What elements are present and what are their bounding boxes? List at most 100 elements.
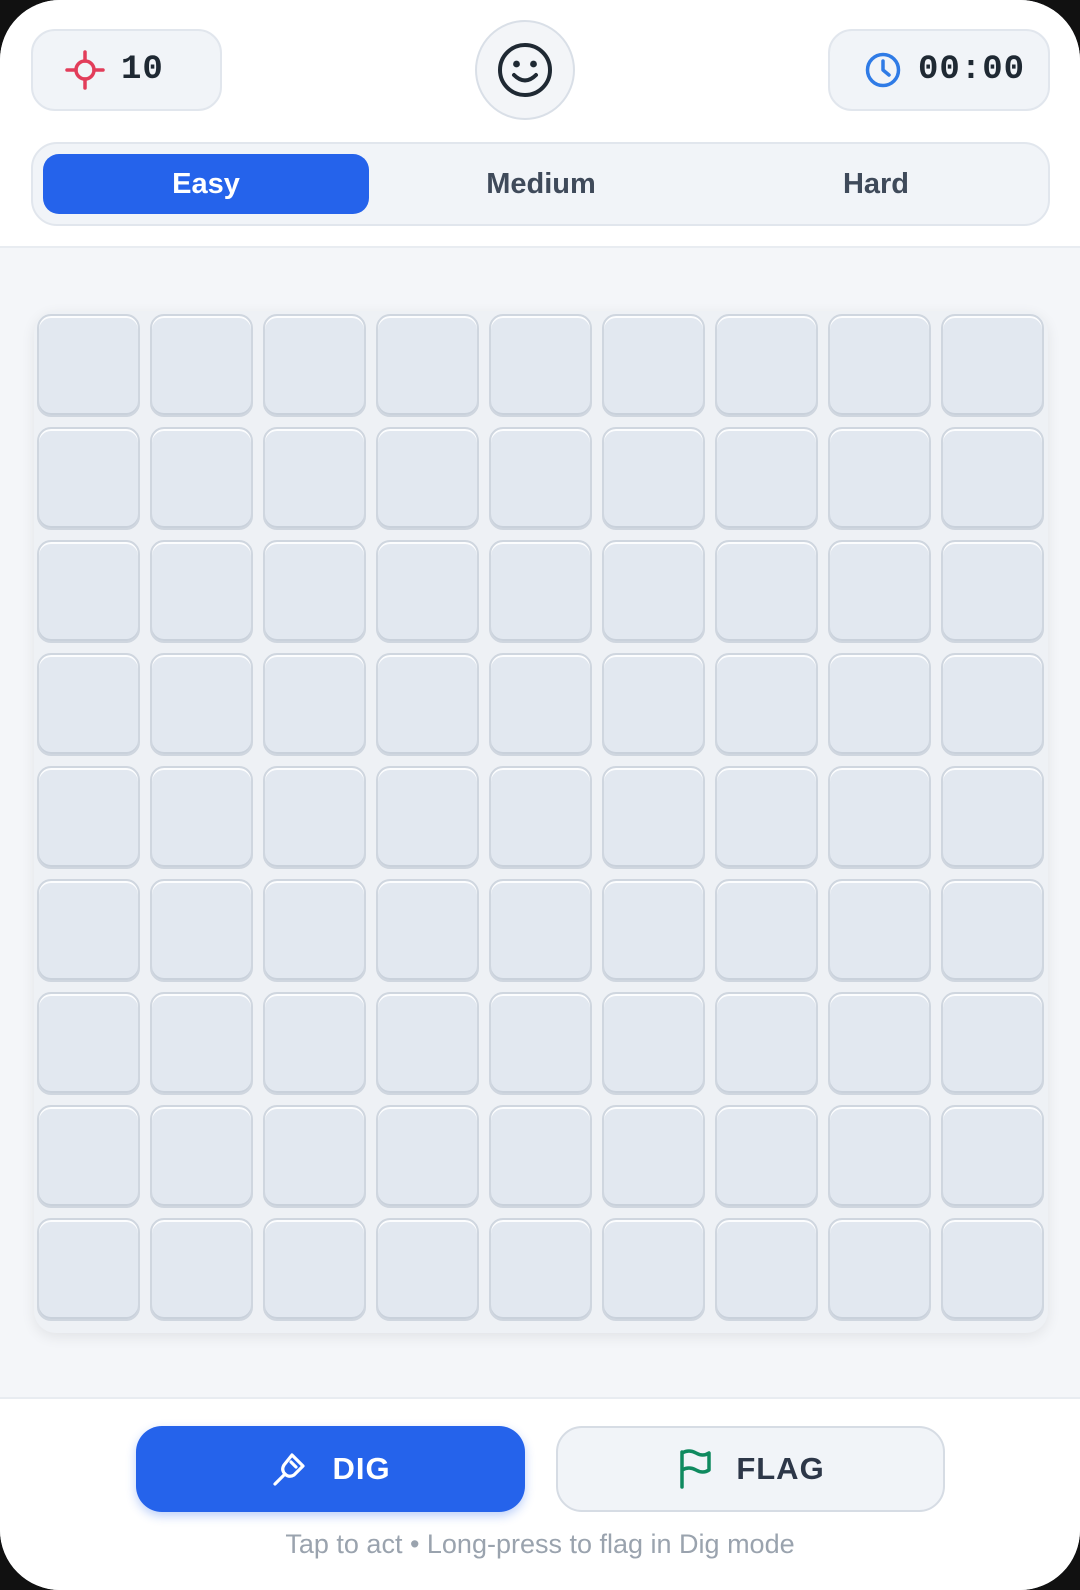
grid-cell[interactable]: [376, 992, 479, 1095]
grid-cell[interactable]: [602, 540, 705, 643]
tab-medium[interactable]: Medium: [378, 154, 704, 214]
grid-cell[interactable]: [37, 1105, 140, 1208]
grid-cell[interactable]: [150, 540, 253, 643]
grid-cell[interactable]: [828, 879, 931, 982]
grid-cell[interactable]: [602, 314, 705, 417]
grid-cell[interactable]: [376, 879, 479, 982]
tab-easy[interactable]: Easy: [43, 154, 369, 214]
shovel-icon: [270, 1449, 310, 1489]
grid-cell[interactable]: [828, 992, 931, 1095]
grid-cell[interactable]: [376, 1105, 479, 1208]
flag-icon: [676, 1448, 714, 1490]
grid-cell[interactable]: [37, 992, 140, 1095]
grid-cell[interactable]: [828, 540, 931, 643]
grid-cell[interactable]: [715, 766, 818, 869]
grid-cell[interactable]: [828, 1218, 931, 1321]
grid-cell[interactable]: [263, 992, 366, 1095]
flag-button[interactable]: FLAG: [556, 1426, 945, 1512]
grid-cell[interactable]: [150, 1218, 253, 1321]
grid-cell[interactable]: [150, 992, 253, 1095]
grid-cell[interactable]: [150, 653, 253, 756]
grid-cell[interactable]: [715, 992, 818, 1095]
grid-cell[interactable]: [715, 879, 818, 982]
mine-counter: 10: [31, 29, 222, 111]
grid-cell[interactable]: [941, 540, 1044, 643]
crosshair-icon: [65, 50, 105, 90]
grid-cell[interactable]: [263, 1105, 366, 1208]
grid-cell[interactable]: [489, 653, 592, 756]
grid-cell[interactable]: [263, 314, 366, 417]
grid-cell[interactable]: [376, 314, 479, 417]
grid-cell[interactable]: [37, 540, 140, 643]
grid-cell[interactable]: [941, 314, 1044, 417]
grid-cell[interactable]: [263, 540, 366, 643]
timer-value: 00:00: [918, 51, 1026, 89]
mines-remaining: 10: [121, 51, 164, 89]
grid-cell[interactable]: [263, 766, 366, 869]
grid-cell[interactable]: [37, 879, 140, 982]
grid-cell[interactable]: [828, 653, 931, 756]
grid-cell[interactable]: [489, 314, 592, 417]
grid-cell[interactable]: [37, 427, 140, 530]
grid-cell[interactable]: [828, 766, 931, 869]
grid-cell[interactable]: [715, 1105, 818, 1208]
grid-cell[interactable]: [602, 879, 705, 982]
grid-cell[interactable]: [37, 1218, 140, 1321]
grid-cell[interactable]: [376, 427, 479, 530]
reset-face-button[interactable]: [475, 20, 575, 120]
grid-cell[interactable]: [489, 427, 592, 530]
flag-label: FLAG: [736, 1451, 825, 1486]
grid-cell[interactable]: [941, 1218, 1044, 1321]
grid-cell[interactable]: [489, 766, 592, 869]
grid-cell[interactable]: [263, 427, 366, 530]
clock-icon: [864, 51, 902, 89]
grid-cell[interactable]: [941, 992, 1044, 1095]
grid-cell[interactable]: [715, 1218, 818, 1321]
grid-cell[interactable]: [715, 540, 818, 643]
grid-cell[interactable]: [150, 1105, 253, 1208]
grid-cell[interactable]: [150, 427, 253, 530]
grid-cell[interactable]: [941, 427, 1044, 530]
game-header: 10 00:00 Easy Medium Hard: [0, 0, 1080, 248]
tab-hard[interactable]: Hard: [713, 154, 1039, 214]
grid-cell[interactable]: [489, 1105, 592, 1208]
grid-cell[interactable]: [489, 992, 592, 1095]
smiley-face-icon: [496, 41, 554, 99]
grid-cell[interactable]: [37, 653, 140, 756]
grid-cell[interactable]: [715, 653, 818, 756]
grid-cell[interactable]: [263, 879, 366, 982]
hint-text: Tap to act • Long-press to flag in Dig m…: [285, 1529, 795, 1559]
grid-cell[interactable]: [489, 540, 592, 643]
grid-cell[interactable]: [489, 1218, 592, 1321]
grid-cell[interactable]: [828, 314, 931, 417]
grid-cell[interactable]: [941, 653, 1044, 756]
grid-cell[interactable]: [37, 314, 140, 417]
grid-cell[interactable]: [602, 1105, 705, 1208]
grid-cell[interactable]: [715, 314, 818, 417]
grid-cell[interactable]: [602, 427, 705, 530]
grid-cell[interactable]: [37, 766, 140, 869]
grid-cell[interactable]: [376, 766, 479, 869]
grid-cell[interactable]: [376, 1218, 479, 1321]
grid-cell[interactable]: [376, 653, 479, 756]
grid-cell[interactable]: [489, 879, 592, 982]
grid-cell[interactable]: [941, 766, 1044, 869]
grid-cell[interactable]: [941, 879, 1044, 982]
grid-cell[interactable]: [150, 879, 253, 982]
dig-button[interactable]: DIG: [136, 1426, 525, 1512]
grid-cell[interactable]: [602, 1218, 705, 1321]
grid-cell[interactable]: [941, 1105, 1044, 1208]
grid-cell[interactable]: [602, 766, 705, 869]
timer: 00:00: [828, 29, 1050, 111]
grid-cell[interactable]: [376, 540, 479, 643]
grid-cell[interactable]: [828, 1105, 931, 1208]
grid-cell[interactable]: [263, 1218, 366, 1321]
grid-cell[interactable]: [828, 427, 931, 530]
grid-cell[interactable]: [150, 766, 253, 869]
grid-cell[interactable]: [602, 653, 705, 756]
grid-cell[interactable]: [602, 992, 705, 1095]
grid-cell[interactable]: [263, 653, 366, 756]
grid-cell[interactable]: [715, 427, 818, 530]
dig-label: DIG: [332, 1451, 391, 1486]
grid-cell[interactable]: [150, 314, 253, 417]
